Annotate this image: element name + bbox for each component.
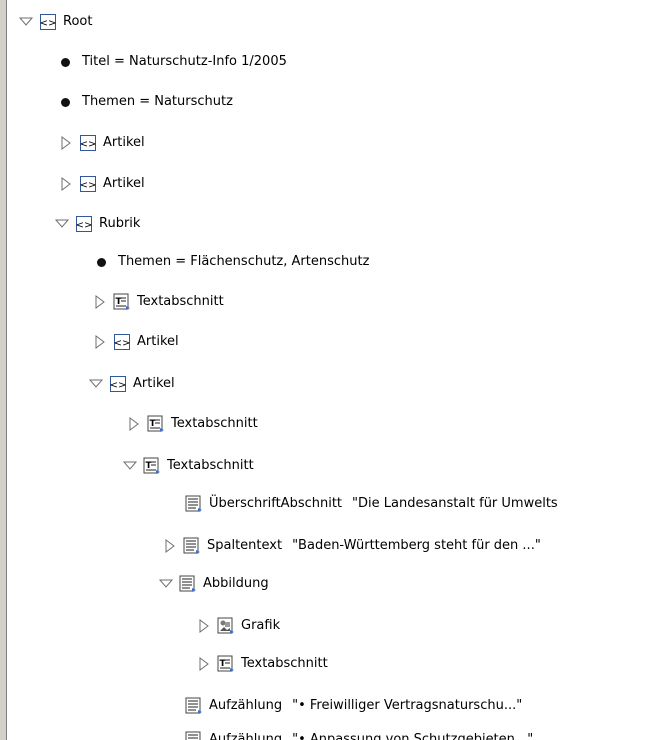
node-value-preview: "• Anpassung von Schutzgebieten...": [292, 732, 534, 740]
collapsed-triangle-icon[interactable]: [59, 177, 73, 191]
node-label: Spaltentext: [207, 538, 283, 553]
node-label: Titel = Naturschutz-Info 1/2005: [82, 54, 287, 69]
collapsed-triangle-icon[interactable]: [163, 539, 177, 553]
paragraph-icon: [185, 731, 203, 740]
svg-text:<>: <>: [80, 180, 97, 191]
attribute-dot-icon: [61, 97, 70, 107]
tree-row-artikel-expanded[interactable]: <> Artikel: [89, 374, 175, 394]
node-label: Themen = Flächenschutz, Artenschutz: [118, 254, 370, 269]
tree-row-attribute-titel[interactable]: Titel = Naturschutz-Info 1/2005: [59, 52, 287, 72]
expanded-triangle-icon[interactable]: [19, 15, 33, 29]
node-label: Abbildung: [203, 576, 269, 591]
node-label: ÜberschriftAbschnitt: [209, 496, 343, 511]
expanded-triangle-icon[interactable]: [123, 459, 137, 473]
tree-row-root[interactable]: <> Root: [19, 12, 92, 32]
tree-row-abbildung[interactable]: Abbildung: [159, 574, 269, 594]
svg-text:<>: <>: [40, 18, 57, 29]
text-frame-icon: T: [113, 293, 131, 311]
svg-text:<>: <>: [76, 220, 93, 231]
xml-element-icon: <>: [79, 175, 97, 193]
node-label: Rubrik: [99, 216, 141, 231]
text-frame-icon: T: [217, 655, 235, 673]
tree-row-textabschnitt[interactable]: T Textabschnitt: [93, 292, 224, 312]
collapsed-triangle-icon[interactable]: [59, 136, 73, 150]
tree-row-aufzaehlung[interactable]: Aufzählung "• Anpassung von Schutzgebiet…: [185, 730, 533, 740]
collapsed-triangle-icon[interactable]: [197, 657, 211, 671]
tree-row-aufzaehlung[interactable]: Aufzählung "• Freiwilliger Vertragsnatur…: [185, 696, 522, 716]
node-label: Artikel: [133, 376, 175, 391]
svg-text:<>: <>: [114, 338, 131, 349]
tree-row-artikel[interactable]: <> Artikel: [93, 332, 179, 352]
tree-row-grafik[interactable]: Grafik: [197, 616, 280, 636]
paragraph-icon: [185, 495, 203, 513]
node-value-preview: "Die Landesanstalt für Umwelts: [352, 496, 558, 511]
collapsed-triangle-icon[interactable]: [93, 335, 107, 349]
node-label: Textabschnitt: [167, 458, 254, 473]
attribute-dot-icon: [61, 57, 70, 67]
expanded-triangle-icon[interactable]: [159, 577, 173, 591]
node-label: Grafik: [241, 618, 281, 633]
tree-row-spaltentext[interactable]: Spaltentext "Baden-Württemberg steht für…: [163, 536, 541, 556]
svg-text:<>: <>: [110, 380, 127, 391]
node-label: Artikel: [103, 176, 145, 191]
tree-row-artikel[interactable]: <> Artikel: [59, 133, 145, 153]
node-label: Textabschnitt: [171, 416, 258, 431]
node-label: Aufzählung: [209, 732, 283, 740]
node-label: Aufzählung: [209, 698, 283, 713]
tree-row-attribute-themen[interactable]: Themen = Flächenschutz, Artenschutz: [95, 252, 369, 272]
paragraph-icon: [185, 697, 203, 715]
xml-element-icon: <>: [113, 333, 131, 351]
text-frame-icon: T: [147, 415, 165, 433]
expanded-triangle-icon[interactable]: [55, 217, 69, 231]
structure-tree-panel: <> Root Titel = Naturschutz-Info 1/2005 …: [6, 0, 660, 740]
tree-row-textabschnitt[interactable]: T Textabschnitt: [197, 654, 328, 674]
collapsed-triangle-icon[interactable]: [127, 417, 141, 431]
collapsed-triangle-icon[interactable]: [93, 295, 107, 309]
tree-row-ueberschrift[interactable]: ÜberschriftAbschnitt "Die Landesanstalt …: [185, 494, 558, 514]
tree-row-textabschnitt[interactable]: T Textabschnitt: [127, 414, 258, 434]
node-label: Themen = Naturschutz: [82, 94, 233, 109]
xml-element-icon: <>: [39, 13, 57, 31]
tree-row-textabschnitt-expanded[interactable]: T Textabschnitt: [123, 456, 254, 476]
tree-row-artikel[interactable]: <> Artikel: [59, 174, 145, 194]
svg-text:<>: <>: [80, 139, 97, 150]
node-label: Artikel: [137, 334, 179, 349]
xml-element-icon: <>: [79, 134, 97, 152]
expanded-triangle-icon[interactable]: [89, 377, 103, 391]
text-frame-icon: T: [143, 457, 161, 475]
xml-element-icon: <>: [75, 215, 93, 233]
node-label: Textabschnitt: [137, 294, 224, 309]
node-label: Root: [63, 14, 93, 29]
node-value-preview: "• Freiwilliger Vertragsnaturschu...": [292, 698, 523, 713]
attribute-dot-icon: [97, 257, 106, 267]
paragraph-icon: [183, 537, 201, 555]
node-label: Artikel: [103, 135, 145, 150]
paragraph-icon: [179, 575, 197, 593]
xml-element-icon: <>: [109, 375, 127, 393]
node-label: Textabschnitt: [241, 656, 328, 671]
tree-row-attribute-themen[interactable]: Themen = Naturschutz: [59, 92, 233, 112]
graphic-icon: [217, 617, 235, 635]
collapsed-triangle-icon[interactable]: [197, 619, 211, 633]
tree-row-rubrik[interactable]: <> Rubrik: [55, 214, 140, 234]
node-value-preview: "Baden-Württemberg steht für den ...": [292, 538, 541, 553]
